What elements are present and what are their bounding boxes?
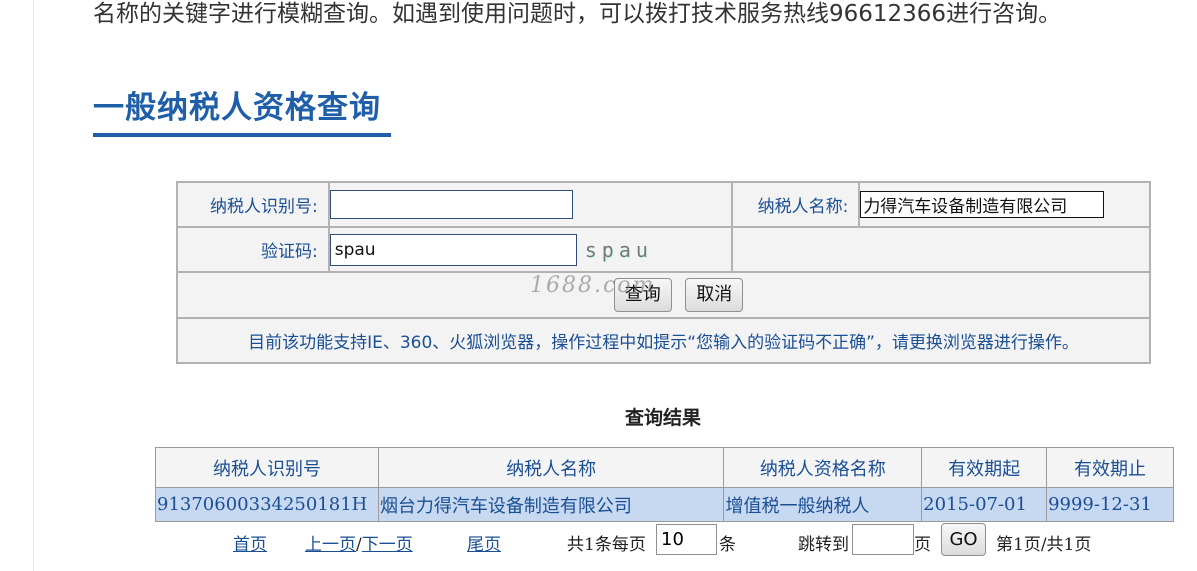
- column-header-taxpayer-id: 纳税人识别号: [155, 447, 379, 488]
- table-row[interactable]: 91370600334250181H 烟台力得汽车设备制造有限公司 增值税一般纳…: [155, 487, 1174, 522]
- column-header-valid-to: 有效期止: [1046, 447, 1174, 488]
- cell-valid-from: 2015-07-01: [921, 487, 1048, 522]
- title-underline: [93, 133, 391, 137]
- page-title: 一般纳税人资格查询: [93, 90, 381, 126]
- query-form: 纳税人识别号: 纳税人名称: 验证码: spau 查询 取消 目前该功能支持IE…: [176, 181, 1152, 364]
- taxpayer-name-cell: [858, 181, 1151, 228]
- browser-notice: 目前该功能支持IE、360、火狐浏览器，操作过程中如提示“您输入的验证码不正确”…: [176, 317, 1151, 364]
- cell-qualification: 增值税一般纳税人: [723, 487, 923, 522]
- captcha-label: 验证码:: [176, 226, 330, 273]
- prev-page-link[interactable]: 上一页: [305, 535, 356, 555]
- pagination: 首页 上一页/下一页 尾页 共1条每页 条 跳转到 页 GO 第1页/共1页: [0, 521, 1197, 561]
- first-page-link[interactable]: 首页: [233, 530, 267, 555]
- page-size-input[interactable]: [656, 524, 717, 555]
- taxpayer-id-label: 纳税人识别号:: [176, 181, 330, 228]
- total-text: 共1条每页: [567, 535, 646, 555]
- jump-page-input[interactable]: [852, 524, 914, 555]
- go-button[interactable]: GO: [941, 523, 986, 556]
- results-title: 查询结果: [625, 407, 702, 429]
- column-header-valid-from: 有效期起: [921, 447, 1048, 488]
- last-page-link[interactable]: 尾页: [467, 530, 501, 555]
- taxpayer-id-input[interactable]: [329, 190, 573, 219]
- unit-text: 条: [719, 535, 736, 555]
- taxpayer-id-cell: [327, 181, 733, 228]
- left-divider: [33, 0, 34, 571]
- cell-valid-to: 9999-12-31: [1046, 487, 1174, 522]
- page-unit-text: 页: [914, 535, 931, 555]
- column-header-taxpayer-name: 纳税人名称: [377, 447, 725, 488]
- prev-next-group: 上一页/下一页: [305, 530, 413, 555]
- results-table: 纳税人识别号 纳税人名称 纳税人资格名称 有效期起 有效期止 913706003…: [155, 447, 1174, 522]
- cancel-button[interactable]: 取消: [685, 278, 744, 312]
- results-header-row: 纳税人识别号 纳税人名称 纳税人资格名称 有效期起 有效期止: [155, 447, 1174, 488]
- page-info: 第1页/共1页: [996, 535, 1092, 555]
- next-page-link[interactable]: 下一页: [362, 535, 413, 555]
- empty-cell: [730, 226, 1152, 273]
- column-header-qualification: 纳税人资格名称: [723, 447, 923, 488]
- cell-taxpayer-name: 烟台力得汽车设备制造有限公司: [377, 487, 725, 522]
- taxpayer-name-label: 纳税人名称:: [730, 181, 861, 228]
- intro-text: 名称的关键字进行模糊查询。如遇到使用问题时，可以拨打技术服务热线96612366…: [93, 1, 1062, 27]
- query-button[interactable]: 查询: [613, 278, 672, 312]
- captcha-image[interactable]: spau: [584, 237, 669, 262]
- captcha-input[interactable]: [329, 233, 577, 266]
- captcha-cell: spau: [327, 226, 733, 273]
- cell-taxpayer-id: 91370600334250181H: [155, 487, 379, 522]
- taxpayer-name-input[interactable]: [860, 191, 1105, 218]
- jump-label: 跳转到: [798, 535, 849, 555]
- button-row: 查询 取消: [176, 271, 1151, 319]
